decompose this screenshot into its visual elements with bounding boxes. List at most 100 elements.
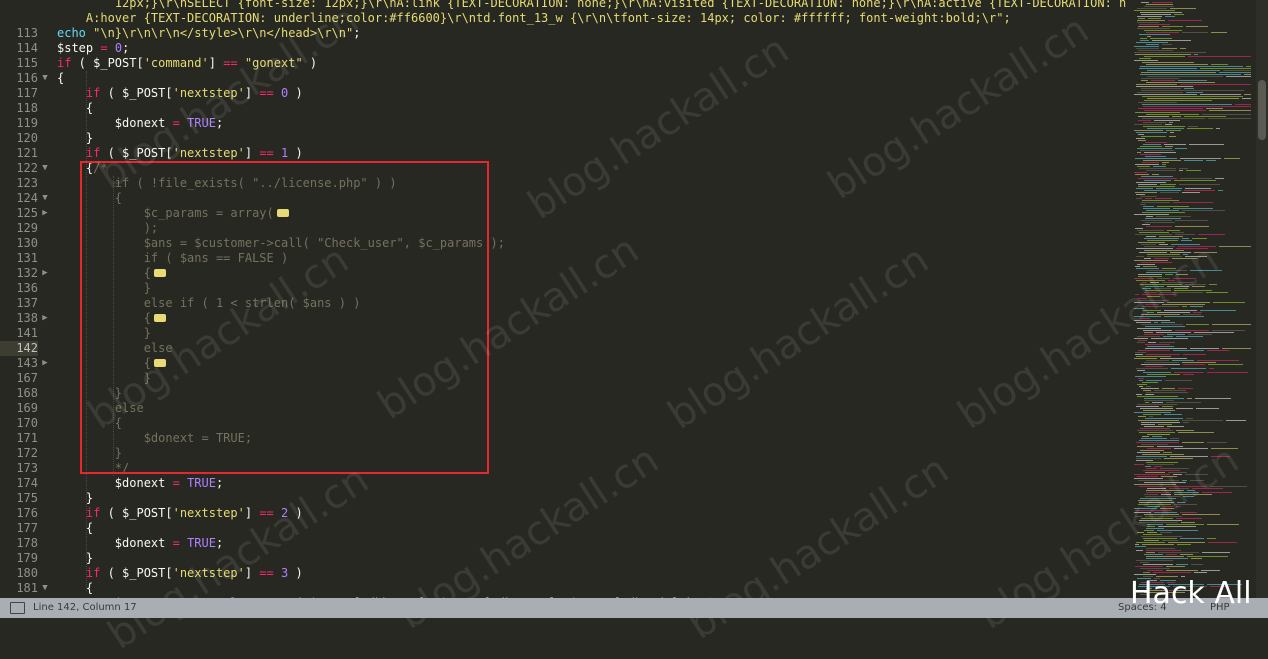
minimap-line	[1134, 574, 1156, 575]
fold-arrow-icon[interactable]: ▼	[40, 581, 50, 596]
code-line[interactable]: 170 {	[0, 416, 1126, 431]
code-line[interactable]: 113 echo "\n}\r\n\r\n</style>\r\n</head>\…	[0, 26, 1126, 41]
code-line[interactable]: 131 if ( $ans == FALSE )	[0, 251, 1126, 266]
minimap-line	[1134, 412, 1171, 413]
minimap-line	[1146, 548, 1175, 549]
minimap-line	[1143, 206, 1154, 207]
minimap-line	[1178, 432, 1214, 433]
code-line[interactable]: 174 $donext = TRUE;	[0, 476, 1126, 491]
code-line[interactable]: 168 }	[0, 386, 1126, 401]
fold-arrow-icon[interactable]: ▶	[40, 356, 50, 371]
code-line[interactable]: 172 }	[0, 446, 1126, 461]
code-line[interactable]: 180 if ( $_POST['nextstep'] == 3 )	[0, 566, 1126, 581]
minimap-line	[1166, 570, 1198, 571]
code-line[interactable]: 178 $donext = TRUE;	[0, 536, 1126, 551]
code-line[interactable]: 124 ▼ {	[0, 191, 1126, 206]
minimap-line	[1143, 414, 1161, 415]
fold-arrow-icon[interactable]: ▶	[40, 311, 50, 326]
minimap-line	[1138, 184, 1157, 185]
fold-arrow-icon[interactable]: ▶	[40, 206, 50, 221]
minimap-line	[1174, 504, 1197, 505]
code-token: 'nextstep'	[172, 86, 245, 100]
code-line[interactable]: 130 $ans = $customer->call( "Check_user"…	[0, 236, 1126, 251]
minimap-line	[1176, 506, 1181, 507]
fold-arrow-icon[interactable]: ▶	[40, 266, 50, 281]
code-line[interactable]: A:hover {TEXT-DECORATION: underline;colo…	[0, 11, 1126, 26]
code-token: /*	[93, 161, 108, 175]
minimap-line	[1170, 8, 1196, 9]
minimap-line	[1200, 310, 1236, 311]
minimap-line	[1134, 46, 1159, 47]
code-line[interactable]: 136 }	[0, 281, 1126, 296]
code-line[interactable]: 169 else	[0, 401, 1126, 416]
code-line[interactable]: 175 }	[0, 491, 1126, 506]
code-line[interactable]: 141 }	[0, 326, 1126, 341]
code-line[interactable]: 120 }	[0, 131, 1126, 146]
fold-arrow-icon[interactable]: ▼	[40, 71, 50, 86]
code-line[interactable]: 143 ▶ {	[0, 356, 1126, 371]
code-line[interactable]: 167 }	[0, 371, 1126, 386]
code-line[interactable]: 171 $donext = TRUE;	[0, 431, 1126, 446]
panel-toggle-icon[interactable]	[10, 602, 25, 614]
code-line[interactable]: 179 }	[0, 551, 1126, 566]
minimap-line	[1141, 262, 1172, 263]
line-number: 138	[16, 311, 38, 325]
minimap-line	[1154, 390, 1186, 391]
code-line[interactable]: 123 if ( !file_exists( "../license.php" …	[0, 176, 1126, 191]
minimap-line	[1157, 312, 1190, 313]
minimap-line	[1146, 386, 1151, 387]
code-line[interactable]: 122 ▼ {/*	[0, 161, 1126, 176]
folded-code-marker-icon[interactable]	[153, 268, 166, 277]
folded-code-marker-icon[interactable]	[276, 208, 289, 217]
code-line[interactable]: 12px;}\r\nSELECT {font-size: 12px;}\r\nA…	[0, 0, 1126, 11]
minimap-line	[1136, 560, 1173, 561]
code-text: else	[57, 341, 173, 356]
minimap-line	[1144, 400, 1174, 401]
cursor-position[interactable]: Line 142, Column 17	[33, 602, 137, 613]
code-line[interactable]: 129 );	[0, 221, 1126, 236]
code-line[interactable]: 176 if ( $_POST['nextstep'] == 2 )	[0, 506, 1126, 521]
minimap-line	[1137, 370, 1145, 371]
code-line[interactable]: 115 if ( $_POST['command'] == "gonext" )	[0, 56, 1126, 71]
fold-arrow-icon[interactable]: ▼	[40, 161, 50, 176]
code-line[interactable]: 119 $donext = TRUE;	[0, 116, 1126, 131]
minimap[interactable]	[1126, 0, 1256, 598]
code-line[interactable]: 117 if ( $_POST['nextstep'] == 0 )	[0, 86, 1126, 101]
minimap-line	[1162, 268, 1176, 269]
minimap-line	[1166, 524, 1204, 525]
code-line[interactable]: 114 $step = 0;	[0, 41, 1126, 56]
code-token: TRUE	[187, 536, 216, 550]
folded-code-marker-icon[interactable]	[153, 358, 166, 367]
fold-arrow-icon[interactable]: ▼	[40, 191, 50, 206]
code-line[interactable]: 116 ▼ {	[0, 71, 1126, 86]
code-editor[interactable]: 12px;}\r\nSELECT {font-size: 12px;}\r\nA…	[0, 0, 1126, 598]
code-line[interactable]: 138 ▶ {	[0, 311, 1126, 326]
minimap-line	[1144, 494, 1158, 495]
minimap-line	[1134, 320, 1170, 321]
code-line[interactable]: 121 if ( $_POST['nextstep'] == 1 )	[0, 146, 1126, 161]
code-line[interactable]: 137 else if ( 1 < strlen( $ans ) )	[0, 296, 1126, 311]
code-line[interactable]: 177 {	[0, 521, 1126, 536]
minimap-line	[1208, 542, 1237, 543]
code-line[interactable]: 132 ▶ {	[0, 266, 1126, 281]
code-text: {	[57, 311, 166, 326]
minimap-line	[1180, 48, 1186, 49]
code-line[interactable]: 173 */	[0, 461, 1126, 476]
minimap-line	[1185, 284, 1206, 285]
minimap-line	[1143, 266, 1157, 267]
folded-code-marker-icon[interactable]	[153, 313, 166, 322]
minimap-line	[1141, 422, 1180, 423]
code-token: ]	[208, 56, 224, 70]
minimap-line	[1176, 518, 1202, 519]
minimap-line	[1134, 94, 1197, 95]
minimap-line	[1216, 128, 1220, 129]
vertical-scrollbar[interactable]	[1256, 0, 1268, 598]
code-line[interactable]: 125 ▶ $c_params = array(	[0, 206, 1126, 221]
minimap-line	[1146, 468, 1157, 469]
scrollbar-thumb[interactable]	[1258, 80, 1266, 140]
code-line[interactable]: 181 ▼ {	[0, 581, 1126, 596]
code-line[interactable]: 118 {	[0, 101, 1126, 116]
minimap-line	[1143, 564, 1173, 565]
code-line[interactable]: 142 else	[0, 341, 1126, 356]
minimap-line	[1160, 184, 1176, 185]
